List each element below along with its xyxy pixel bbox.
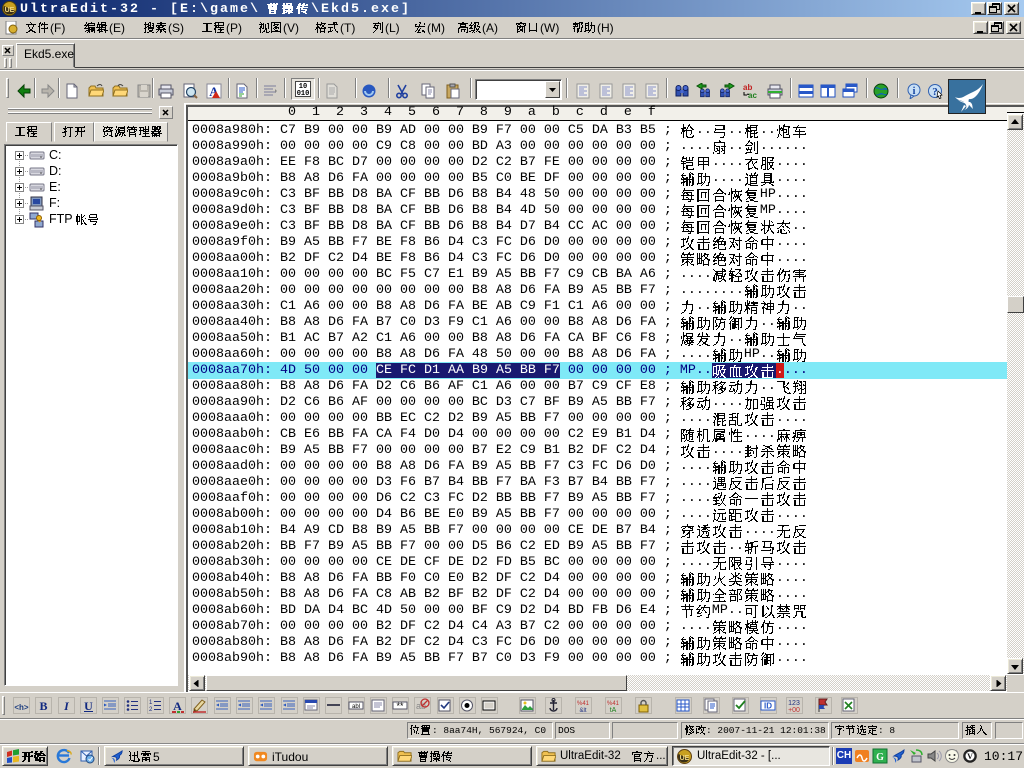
- svg-text:2: 2: [149, 707, 153, 713]
- svg-text:ac: ac: [748, 91, 757, 99]
- svg-text:UE: UE: [680, 755, 690, 762]
- svg-text:010: 010: [297, 90, 310, 97]
- svg-text:ID: ID: [764, 702, 772, 711]
- svg-text:abl: abl: [352, 704, 360, 710]
- svg-text:B: B: [39, 699, 47, 713]
- svg-text:i: i: [913, 86, 916, 97]
- svg-text:<h>: <h>: [14, 703, 29, 712]
- svg-text:V: V: [967, 752, 973, 761]
- svg-text:G: G: [876, 752, 884, 763]
- svg-text:A: A: [173, 699, 182, 713]
- svg-text:+00: +00: [788, 707, 800, 714]
- svg-text:I: I: [63, 699, 70, 713]
- svg-text:tA: tA: [610, 707, 617, 714]
- svg-text:&lt: &lt: [579, 708, 586, 714]
- svg-text:%41: %41: [577, 701, 590, 707]
- svg-text:**: **: [396, 701, 404, 711]
- svg-text:1: 1: [149, 700, 153, 706]
- svg-text:U: U: [84, 699, 93, 713]
- svg-text:123: 123: [788, 700, 800, 707]
- svg-text:UE: UE: [5, 7, 15, 14]
